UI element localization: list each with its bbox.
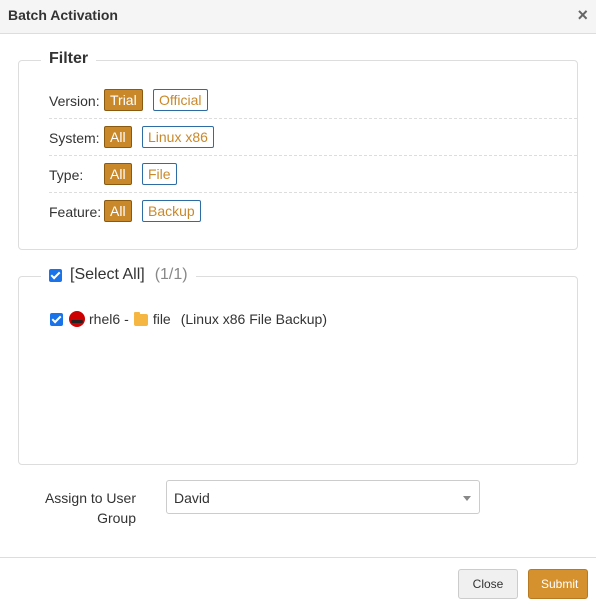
feature-backup-tag[interactable]: Backup [142, 200, 201, 222]
system-linux-x86-tag[interactable]: Linux x86 [142, 126, 214, 148]
dialog-title: Batch Activation [8, 7, 118, 23]
filter-row-system: System: All Linux x86 [49, 119, 577, 156]
list-item[interactable]: rhel6 - file (Linux x86 File Backup) [50, 311, 327, 327]
filter-panel: Filter Version: Trial Official System: A… [18, 50, 578, 250]
filter-label-type: Type: [49, 167, 84, 183]
folder-icon [133, 312, 148, 326]
chevron-down-icon[interactable] [463, 496, 471, 501]
item-separator: - [124, 311, 129, 327]
selection-count: (1/1) [154, 266, 188, 283]
close-button[interactable]: Close [458, 569, 518, 599]
select-all-checkbox[interactable] [49, 268, 62, 282]
user-group-value: David [174, 490, 210, 506]
filter-legend: Filter [41, 50, 97, 68]
type-file-tag[interactable]: File [142, 163, 177, 185]
item-name: file [152, 311, 171, 327]
assign-group-label: Assign to User Group [44, 490, 136, 526]
dialog-titlebar: Batch Activation × [0, 0, 596, 34]
version-trial-tag[interactable]: Trial [104, 89, 143, 111]
filter-label-version: Version: [49, 93, 100, 109]
system-all-tag[interactable]: All [104, 126, 132, 148]
filter-label-system: System: [49, 130, 100, 146]
select-all-legend: [Select All] (1/1) [41, 266, 196, 284]
version-official-tag[interactable]: Official [153, 89, 208, 111]
type-all-tag[interactable]: All [104, 163, 132, 185]
submit-button[interactable]: Submit [528, 569, 588, 599]
filter-row-version: Version: Trial Official [49, 82, 577, 119]
feature-all-tag[interactable]: All [104, 200, 132, 222]
filter-label-feature: Feature: [49, 204, 102, 220]
filter-row-feature: Feature: All Backup [49, 193, 577, 230]
item-host: rhel6 [89, 311, 121, 327]
item-checkbox[interactable] [50, 312, 63, 326]
selection-panel: [Select All] (1/1) rhel6 - file (Linux x… [18, 266, 578, 465]
filter-row-type: Type: All File [49, 156, 577, 193]
item-description: (Linux x86 File Backup) [180, 311, 328, 327]
select-all-label[interactable]: [Select All] [70, 266, 145, 284]
close-icon[interactable]: × [577, 5, 588, 25]
user-group-select[interactable]: David [166, 480, 480, 514]
redhat-icon [69, 311, 85, 327]
dialog-footer: Close Submit [0, 557, 596, 608]
